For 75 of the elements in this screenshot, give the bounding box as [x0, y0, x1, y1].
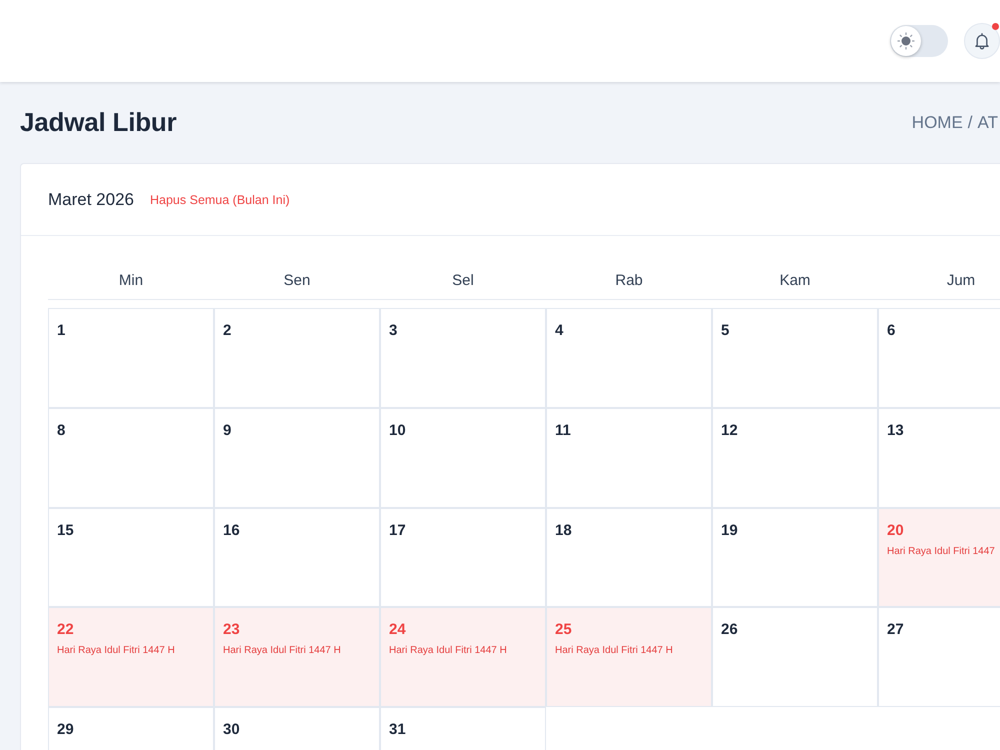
day-number: 13	[887, 422, 904, 440]
day-number: 24	[389, 621, 406, 640]
day-cell[interactable]: 5	[712, 308, 878, 408]
day-cell[interactable]: 19	[712, 508, 878, 608]
weekday-label: Sel	[451, 272, 475, 291]
day-cell[interactable]: 16	[214, 508, 380, 608]
day-number: 22	[57, 621, 74, 640]
holiday-label: Hari Raya Idul Fitri 1447 H	[555, 644, 673, 658]
sun-icon	[891, 26, 921, 56]
day-number: 30	[223, 721, 240, 739]
holiday-day-cell[interactable]: 23 Hari Raya Idul Fitri 1447 H	[214, 607, 380, 707]
notifications-button[interactable]	[964, 23, 1000, 59]
weekday-label: Rab	[614, 272, 644, 291]
day-number: 19	[721, 522, 738, 540]
day-number: 5	[721, 322, 730, 340]
holiday-label: Hari Raya Idul Fitri 1447	[887, 544, 995, 558]
day-number: 12	[721, 422, 738, 440]
holiday-day-cell[interactable]: 24 Hari Raya Idul Fitri 1447 H	[380, 607, 546, 707]
day-number: 16	[223, 522, 240, 540]
day-cell[interactable]: 4	[546, 308, 712, 408]
holiday-day-cell[interactable]: 25 Hari Raya Idul Fitri 1447 H	[546, 607, 712, 707]
day-number: 26	[721, 621, 738, 640]
day-number: 6	[887, 322, 896, 340]
weekday-label: Kam	[778, 272, 812, 291]
theme-toggle[interactable]	[890, 25, 948, 57]
day-cell[interactable]: 17	[380, 508, 546, 608]
day-number: 4	[555, 322, 564, 340]
day-cell[interactable]: 2	[214, 308, 380, 408]
day-number: 25	[555, 621, 572, 640]
bell-icon	[973, 32, 991, 50]
day-cell[interactable]: 12	[712, 408, 878, 508]
breadcrumb-link[interactable]: HOME	[912, 112, 963, 132]
holiday-day-cell[interactable]: 22 Hari Raya Idul Fitri 1447 H	[48, 607, 214, 707]
weekday-label: Sen	[282, 272, 312, 291]
month-title: Maret 2026	[48, 190, 134, 210]
day-number: 31	[389, 721, 406, 739]
day-cell[interactable]: 30	[214, 707, 380, 750]
holiday-label: Hari Raya Idul Fitri 1447 H	[389, 644, 507, 658]
day-cell[interactable]: 3	[380, 308, 546, 408]
day-cell[interactable]: 6	[878, 308, 1000, 408]
day-cell[interactable]: 31	[380, 707, 546, 750]
weekday-label: Min	[118, 272, 144, 291]
day-number: 23	[223, 621, 240, 640]
day-cell[interactable]: 8	[48, 408, 214, 508]
day-cell[interactable]: 9	[214, 408, 380, 508]
day-cell[interactable]: 15	[48, 508, 214, 608]
day-number: 1	[57, 322, 66, 340]
day-cell[interactable]: 29	[48, 707, 214, 750]
holiday-label: Hari Raya Idul Fitri 1447 H	[223, 644, 341, 658]
day-cell[interactable]: 18	[546, 508, 712, 608]
day-cell[interactable]: 10	[380, 408, 546, 508]
day-number: 11	[555, 422, 571, 440]
holiday-day-cell[interactable]: 20 Hari Raya Idul Fitri 1447	[878, 508, 1000, 608]
day-number: 18	[555, 522, 572, 540]
day-cell[interactable]: 13	[878, 408, 1000, 508]
holiday-label: Hari Raya Idul Fitri 1447 H	[57, 644, 175, 658]
day-cell[interactable]: 11	[546, 408, 712, 508]
breadcrumb-link[interactable]: AT	[978, 112, 998, 132]
day-number: 15	[57, 522, 74, 540]
breadcrumb-separator: /	[968, 112, 973, 132]
day-cell[interactable]: 27	[878, 607, 1000, 707]
day-number: 8	[57, 422, 66, 440]
day-cell[interactable]: 26	[712, 607, 878, 707]
day-cell[interactable]: 1	[48, 308, 214, 408]
day-number: 9	[223, 422, 232, 440]
day-number: 10	[389, 422, 406, 440]
clear-all-link[interactable]: Hapus Semua (Bulan Ini)	[150, 192, 290, 206]
page-title: Jadwal Libur	[20, 107, 177, 138]
weekday-label: Jum	[946, 272, 976, 291]
day-number: 29	[57, 721, 74, 739]
day-number: 27	[887, 621, 904, 640]
day-number: 17	[389, 522, 406, 540]
day-number: 3	[389, 322, 398, 340]
day-number: 20	[887, 522, 904, 540]
day-number: 2	[223, 322, 232, 340]
